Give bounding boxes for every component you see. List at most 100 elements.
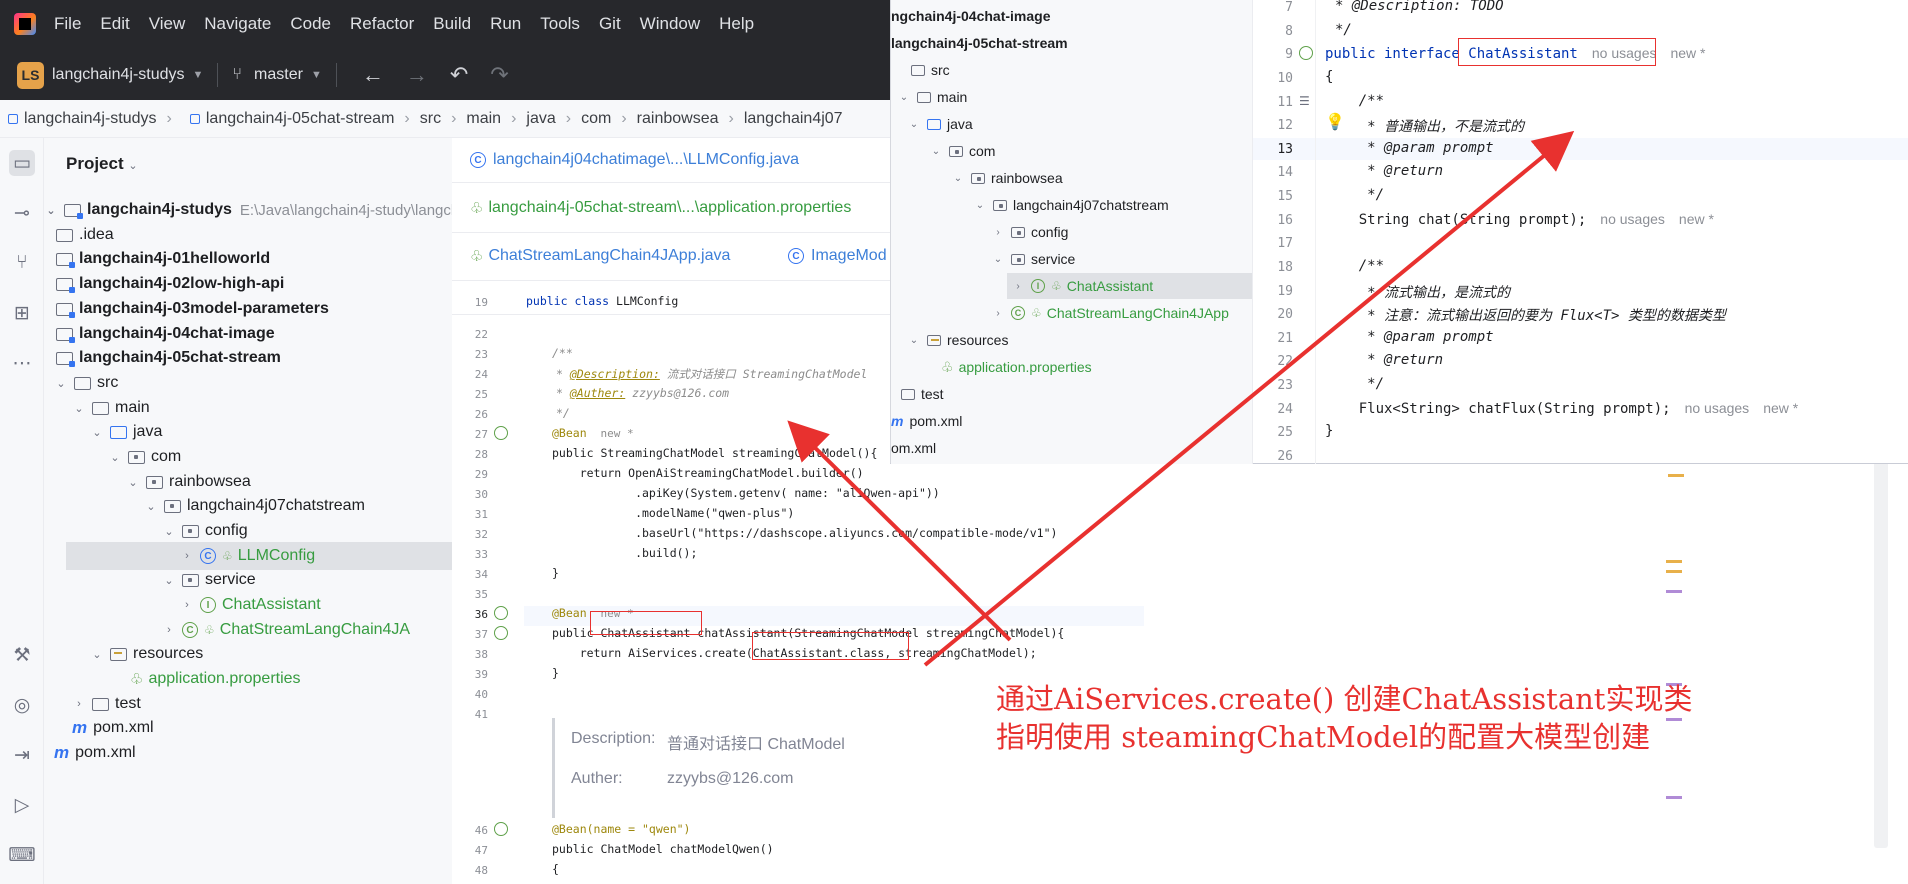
vertical-scrollbar[interactable]: [1874, 428, 1888, 848]
chevron-down-icon[interactable]: ⌄: [973, 200, 987, 211]
tree-item[interactable]: ⌄ main: [897, 84, 968, 110]
breadcrumb-item[interactable]: langchain4j-studys: [0, 110, 157, 128]
tree-item[interactable]: langchain4j-05chat-stream: [56, 344, 281, 372]
menu-file[interactable]: File: [54, 14, 81, 34]
tree-item[interactable]: ⌄ service: [991, 246, 1076, 272]
folder-icon[interactable]: ▭: [9, 150, 35, 176]
error-stripe-mark[interactable]: [1668, 474, 1684, 477]
chevron-down-icon[interactable]: ⌄: [907, 335, 921, 346]
chevron-down-icon[interactable]: ⌄: [951, 173, 965, 184]
tree-item[interactable]: src: [891, 57, 950, 83]
chevron-down-icon[interactable]: ⌄: [991, 254, 1005, 265]
tree-item-selected[interactable]: › C ♧ LLMConfig: [66, 542, 452, 570]
chevron-down-icon[interactable]: ⌄: [126, 476, 140, 489]
error-stripe-mark[interactable]: [1666, 560, 1682, 563]
tree-item-selected[interactable]: › I ♧ ChatAssistant: [1007, 273, 1252, 299]
editor-tab[interactable]: ♧ langchain4j-05chat-stream\...\applicati…: [470, 186, 851, 230]
menu-tools[interactable]: Tools: [540, 14, 580, 34]
tree-item[interactable]: langchain4j-05chat-stream: [891, 30, 1068, 56]
tree-item[interactable]: › config: [991, 219, 1068, 245]
editor-tab[interactable]: Clangchain4j04chatimage\...\LLMConfig.ja…: [470, 138, 799, 182]
menu-git[interactable]: Git: [599, 14, 621, 34]
more-icon[interactable]: ⋯: [9, 350, 35, 376]
chevron-right-icon[interactable]: ›: [180, 550, 194, 562]
redo-icon[interactable]: ↷: [490, 62, 508, 88]
chevron-down-icon[interactable]: ▼: [193, 69, 204, 81]
bean-gutter-icon[interactable]: [494, 626, 508, 640]
breadcrumb-item[interactable]: src: [420, 110, 441, 128]
endpoints-icon[interactable]: ⇥: [9, 742, 35, 768]
project-badge[interactable]: LS: [17, 61, 44, 89]
build-icon[interactable]: ⚒: [9, 642, 35, 668]
tree-item[interactable]: test: [901, 381, 944, 407]
breadcrumb-item[interactable]: com: [581, 110, 611, 128]
branch-selector[interactable]: master: [254, 66, 303, 84]
chevron-down-icon[interactable]: ⌄: [907, 119, 921, 130]
editor-tab[interactable]: C ImageMod: [788, 234, 887, 278]
tree-item[interactable]: ⌄ service: [162, 566, 255, 594]
chevron-down-icon[interactable]: ⌄: [162, 574, 176, 587]
tree-item[interactable]: m pom.xml: [72, 714, 154, 742]
chevron-down-icon[interactable]: ⌄: [144, 500, 158, 513]
editor-tab[interactable]: ♧ ChatStreamLangChain4JApp.java: [470, 234, 730, 278]
breadcrumb-item[interactable]: langchain4j07: [744, 110, 843, 128]
tree-item[interactable]: langchain4j-02low-high-api: [56, 270, 284, 298]
tree-item[interactable]: ♧ application.properties: [130, 665, 301, 693]
tree-item[interactable]: langchain4j-03model-parameters: [56, 295, 329, 323]
chevron-down-icon[interactable]: ⌄: [54, 377, 68, 390]
services-icon[interactable]: ◎: [9, 692, 35, 718]
tree-item[interactable]: ♧ application.properties: [941, 354, 1092, 380]
project-panel-title[interactable]: Project ⌄: [66, 154, 138, 174]
chevron-down-icon[interactable]: ⌄: [162, 525, 176, 538]
run-icon[interactable]: ▷: [9, 792, 35, 818]
error-stripe-mark[interactable]: [1666, 570, 1682, 573]
tree-item[interactable]: ⌄ java: [90, 418, 162, 446]
breadcrumb-item[interactable]: java: [526, 110, 555, 128]
menu-view[interactable]: View: [149, 14, 186, 34]
project-selector[interactable]: langchain4j-studys: [52, 66, 185, 84]
tree-item[interactable]: ⌄ resources: [907, 327, 1009, 353]
reader-mode-icon[interactable]: ☰: [1299, 94, 1310, 108]
chevron-down-icon[interactable]: ⌄: [90, 426, 104, 439]
pull-request-icon[interactable]: ⑂: [9, 250, 35, 276]
menu-edit[interactable]: Edit: [100, 14, 129, 34]
tree-item[interactable]: m pom.xml: [54, 739, 136, 767]
tree-item[interactable]: ngchain4j-04chat-image: [891, 3, 1051, 29]
chevron-down-icon[interactable]: ▼: [311, 69, 322, 81]
bean-gutter-icon[interactable]: [494, 606, 508, 620]
chevron-down-icon[interactable]: ⌄: [44, 204, 58, 217]
tree-item[interactable]: ⌄ java: [907, 111, 973, 137]
tree-item[interactable]: ⌄ src: [54, 369, 118, 397]
breadcrumb-item[interactable]: langchain4j-05chat-stream: [182, 110, 394, 128]
chevron-down-icon[interactable]: ⌄: [90, 648, 104, 661]
chevron-right-icon[interactable]: ›: [991, 227, 1005, 238]
tree-item[interactable]: langchain4j-01helloworld: [56, 245, 270, 273]
tree-item-root[interactable]: ⌄ langchain4j-studys E:\Java\langchain4j…: [44, 196, 452, 224]
tree-item[interactable]: › I ChatAssistant: [180, 591, 321, 619]
chevron-right-icon[interactable]: ›: [180, 599, 194, 611]
chevron-down-icon[interactable]: ⌄: [72, 402, 86, 415]
tree-item[interactable]: ⌄ rainbowsea: [951, 165, 1063, 191]
menu-window[interactable]: Window: [640, 14, 700, 34]
implementation-gutter-icon[interactable]: [1299, 46, 1313, 60]
chevron-down-icon[interactable]: ⌄: [929, 146, 943, 157]
tree-item[interactable]: ⌄ config: [162, 517, 247, 545]
chevron-right-icon[interactable]: ›: [991, 308, 1005, 319]
tree-item[interactable]: m pom.xml: [891, 408, 962, 434]
bean-gutter-icon[interactable]: [494, 426, 508, 440]
chevron-right-icon[interactable]: ›: [72, 698, 86, 710]
menu-refactor[interactable]: Refactor: [350, 14, 414, 34]
bean-gutter-icon[interactable]: [494, 822, 508, 836]
tree-item[interactable]: ⌄ langchain4j07chatstream: [144, 492, 365, 520]
forward-arrow-icon[interactable]: →: [406, 62, 428, 88]
tree-item[interactable]: ⌄ com: [929, 138, 996, 164]
breadcrumb-item[interactable]: rainbowsea: [637, 110, 719, 128]
menu-navigate[interactable]: Navigate: [204, 14, 271, 34]
back-arrow-icon[interactable]: ←: [362, 62, 384, 88]
tree-item[interactable]: ⌄ resources: [90, 640, 203, 668]
chevron-right-icon[interactable]: ›: [162, 624, 176, 636]
tree-item[interactable]: › C ♧ ChatStreamLangChain4JApp: [991, 300, 1229, 326]
chevron-down-icon[interactable]: ⌄: [128, 160, 137, 172]
tree-item[interactable]: om.xml: [891, 435, 936, 461]
chevron-down-icon[interactable]: ⌄: [108, 451, 122, 464]
